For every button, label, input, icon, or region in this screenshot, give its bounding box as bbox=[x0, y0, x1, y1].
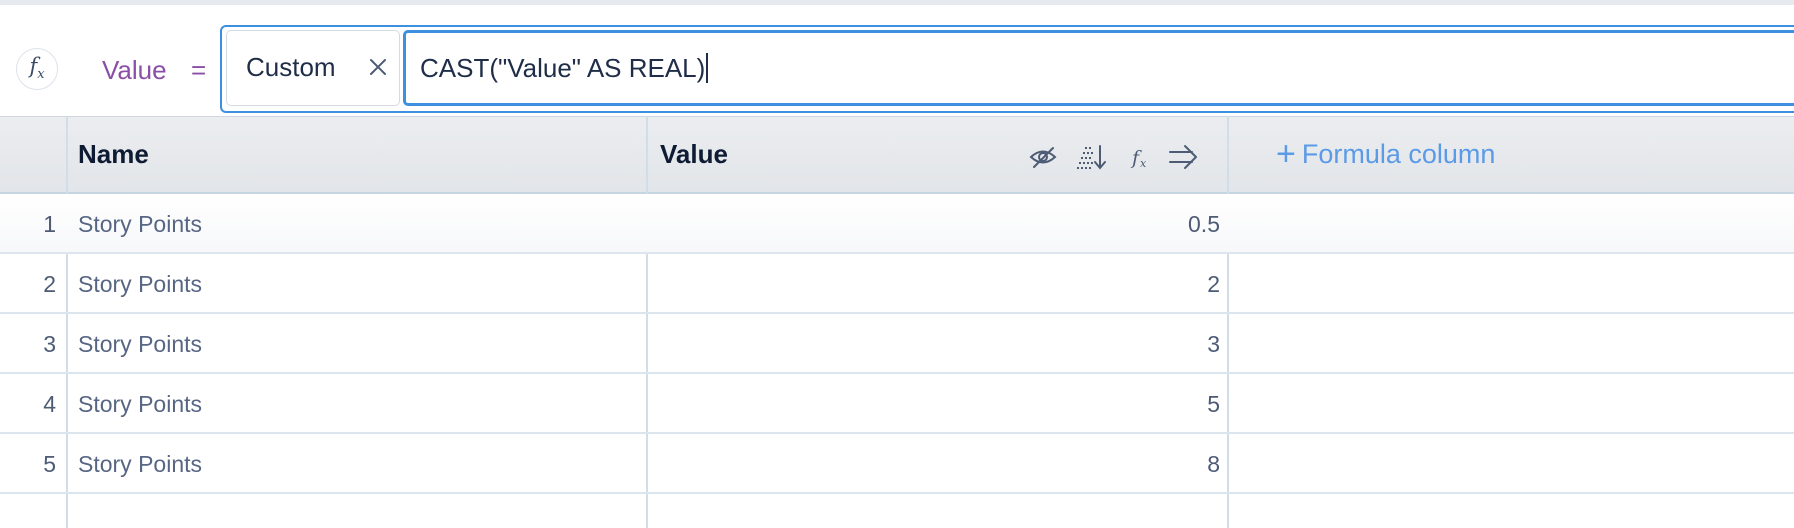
table-row[interactable]: 5 Story Points 8 bbox=[0, 434, 1794, 494]
hide-eye-icon[interactable] bbox=[1028, 143, 1058, 171]
table-row[interactable]: 4 Story Points 5 bbox=[0, 374, 1794, 434]
row-number: 4 bbox=[43, 391, 56, 417]
cell-name: Story Points bbox=[78, 211, 202, 237]
function-fx-icon[interactable]: fx bbox=[16, 48, 58, 90]
formula-equals-sign: = bbox=[191, 55, 207, 85]
table-row[interactable]: 2 Story Points 2 bbox=[0, 254, 1794, 314]
function-fx-icon[interactable]: f x bbox=[1124, 143, 1154, 171]
cell-value: 2 bbox=[1207, 271, 1220, 297]
formula-mode-chip[interactable]: Custom bbox=[226, 30, 400, 106]
cell-value: 0.5 bbox=[1188, 211, 1220, 237]
add-formula-column-button[interactable]: + Formula column bbox=[1276, 137, 1496, 171]
formula-field-name: Value bbox=[102, 55, 167, 85]
sort-descending-icon[interactable] bbox=[1076, 143, 1106, 171]
column-header-label: Name bbox=[78, 139, 149, 169]
svg-text:x: x bbox=[1140, 157, 1147, 170]
cell-name: Story Points bbox=[78, 331, 202, 357]
row-number: 1 bbox=[43, 211, 56, 237]
cell-value: 5 bbox=[1207, 391, 1220, 417]
table-row[interactable]: 1 Story Points 0.5 bbox=[0, 194, 1794, 254]
formula-expression-text: CAST("Value" AS REAL) bbox=[420, 53, 706, 83]
cell-value: 8 bbox=[1207, 451, 1220, 477]
wrap-arrow-icon[interactable] bbox=[1168, 143, 1198, 171]
grid-header-row: Name Value f x + Formula column bbox=[0, 116, 1794, 194]
cell-name: Story Points bbox=[78, 391, 202, 417]
row-number-header bbox=[0, 117, 68, 193]
table-row[interactable]: 3 Story Points 3 bbox=[0, 314, 1794, 374]
text-caret bbox=[706, 53, 709, 83]
add-formula-column-label: Formula column bbox=[1301, 139, 1496, 169]
formula-mode-label: Custom bbox=[246, 52, 336, 82]
plus-icon: + bbox=[1276, 135, 1296, 173]
column-header-name[interactable]: Name bbox=[68, 117, 648, 193]
close-icon[interactable] bbox=[365, 54, 391, 80]
formula-bar: fx Value = Custom CAST("Value" AS REAL) bbox=[0, 5, 1794, 116]
cell-name: Story Points bbox=[78, 451, 202, 477]
cell-name: Story Points bbox=[78, 271, 202, 297]
row-number: 5 bbox=[43, 451, 56, 477]
column-header-value[interactable]: Value f x bbox=[650, 117, 1228, 193]
row-number: 2 bbox=[43, 271, 56, 297]
data-grid: Name Value f x + Formula column 1 Story … bbox=[0, 116, 1794, 528]
column-header-label: Value bbox=[660, 139, 728, 169]
formula-expression-input[interactable]: CAST("Value" AS REAL) bbox=[403, 30, 1794, 106]
cell-value: 3 bbox=[1207, 331, 1220, 357]
row-number: 3 bbox=[43, 331, 56, 357]
